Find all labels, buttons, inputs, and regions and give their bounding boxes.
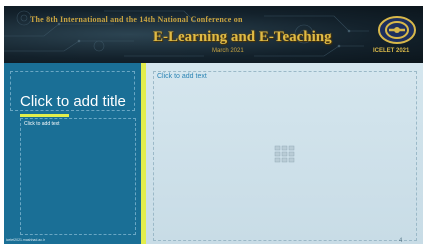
footer-url: icelet2021.mashhad.ac.ir [6, 238, 45, 242]
insert-content-icon[interactable] [274, 145, 296, 163]
banner-date: March 2021 [212, 48, 244, 54]
banner-title: E-Learning and E-Teaching [153, 29, 332, 45]
title-panel: Click to add title Click to add text ice… [4, 63, 141, 244]
title-placeholder[interactable]: Click to add title [20, 93, 126, 110]
slide-canvas: The 8th International and the 14th Natio… [4, 6, 423, 244]
left-text-placeholder[interactable]: Click to add text [24, 121, 60, 127]
content-panel: Click to add text 4 [146, 63, 423, 244]
logo-text: ICELET 2021 [373, 48, 410, 54]
left-text-placeholder-box[interactable] [20, 118, 136, 235]
page-number: 4 [399, 238, 403, 244]
title-underline [20, 114, 69, 117]
slide-banner: The 8th International and the 14th Natio… [4, 6, 423, 63]
conference-subtitle: The 8th International and the 14th Natio… [30, 15, 243, 24]
content-text-placeholder[interactable]: Click to add text [157, 73, 207, 80]
